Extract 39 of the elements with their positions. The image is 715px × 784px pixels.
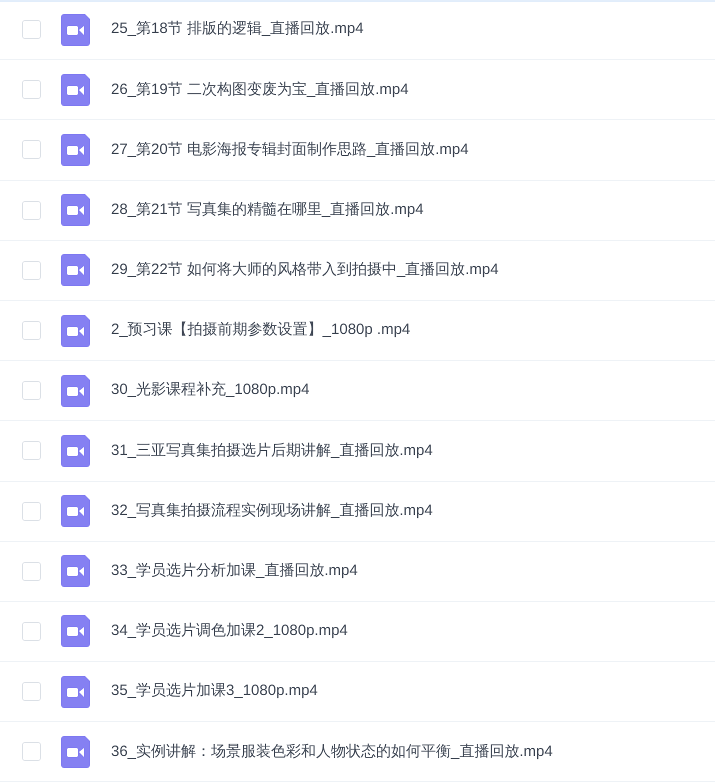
- checkbox[interactable]: [22, 80, 41, 100]
- file-name[interactable]: 35_学员选片加课3_1080p.mp4: [111, 680, 318, 703]
- file-name[interactable]: 28_第21节 写真集的精髓在哪里_直播回放.mp4: [111, 198, 424, 222]
- video-file-icon: [61, 254, 90, 286]
- file-name[interactable]: 2_预习课【拍摄前期参数设置】_1080p .mp4: [111, 319, 410, 342]
- checkbox[interactable]: [22, 140, 41, 160]
- video-file-icon: [61, 736, 90, 768]
- checkbox[interactable]: [22, 381, 41, 400]
- video-file-icon: [61, 374, 90, 407]
- file-name[interactable]: 25_第18节 排版的逻辑_直播回放.mp4: [111, 18, 364, 41]
- file-name[interactable]: 36_实例讲解：场景服装色彩和人物状态的如何平衡_直播回放.mp4: [111, 740, 553, 764]
- checkbox[interactable]: [22, 502, 41, 521]
- checkbox[interactable]: [22, 321, 41, 340]
- file-name[interactable]: 31_三亚写真集拍摄选片后期讲解_直播回放.mp4: [111, 440, 433, 462]
- checkbox[interactable]: [22, 562, 41, 581]
- video-file-icon: [61, 615, 90, 648]
- file-name[interactable]: 34_学员选片调色加课2_1080p.mp4: [111, 620, 348, 643]
- file-name[interactable]: 27_第20节 电影海报专辑封面制作思路_直播回放.mp4: [111, 138, 469, 162]
- checkbox[interactable]: [22, 260, 41, 280]
- file-name[interactable]: 32_写真集拍摄流程实例现场讲解_直播回放.mp4: [111, 500, 433, 522]
- checkbox[interactable]: [22, 441, 41, 460]
- video-file-icon: [61, 495, 90, 528]
- video-file-icon: [61, 676, 90, 708]
- file-name[interactable]: 29_第22节 如何将大师的风格带入到拍摄中_直播回放.mp4: [111, 259, 499, 282]
- file-name[interactable]: 30_光影课程补充_1080p.mp4: [111, 379, 310, 402]
- video-file-icon: [61, 194, 90, 226]
- video-file-icon: [61, 555, 90, 588]
- checkbox[interactable]: [22, 622, 41, 641]
- checkbox[interactable]: [22, 682, 41, 702]
- video-file-icon: [61, 14, 90, 46]
- video-file-icon: [61, 74, 90, 106]
- video-file-icon: [61, 134, 90, 166]
- file-name[interactable]: 26_第19节 二次构图变废为宝_直播回放.mp4: [111, 78, 409, 102]
- file-name[interactable]: 33_学员选片分析加课_直播回放.mp4: [111, 560, 358, 583]
- checkbox[interactable]: [22, 200, 41, 220]
- checkbox[interactable]: [22, 20, 41, 40]
- video-file-icon: [61, 314, 90, 347]
- checkbox[interactable]: [22, 742, 41, 762]
- video-file-icon: [61, 434, 90, 467]
